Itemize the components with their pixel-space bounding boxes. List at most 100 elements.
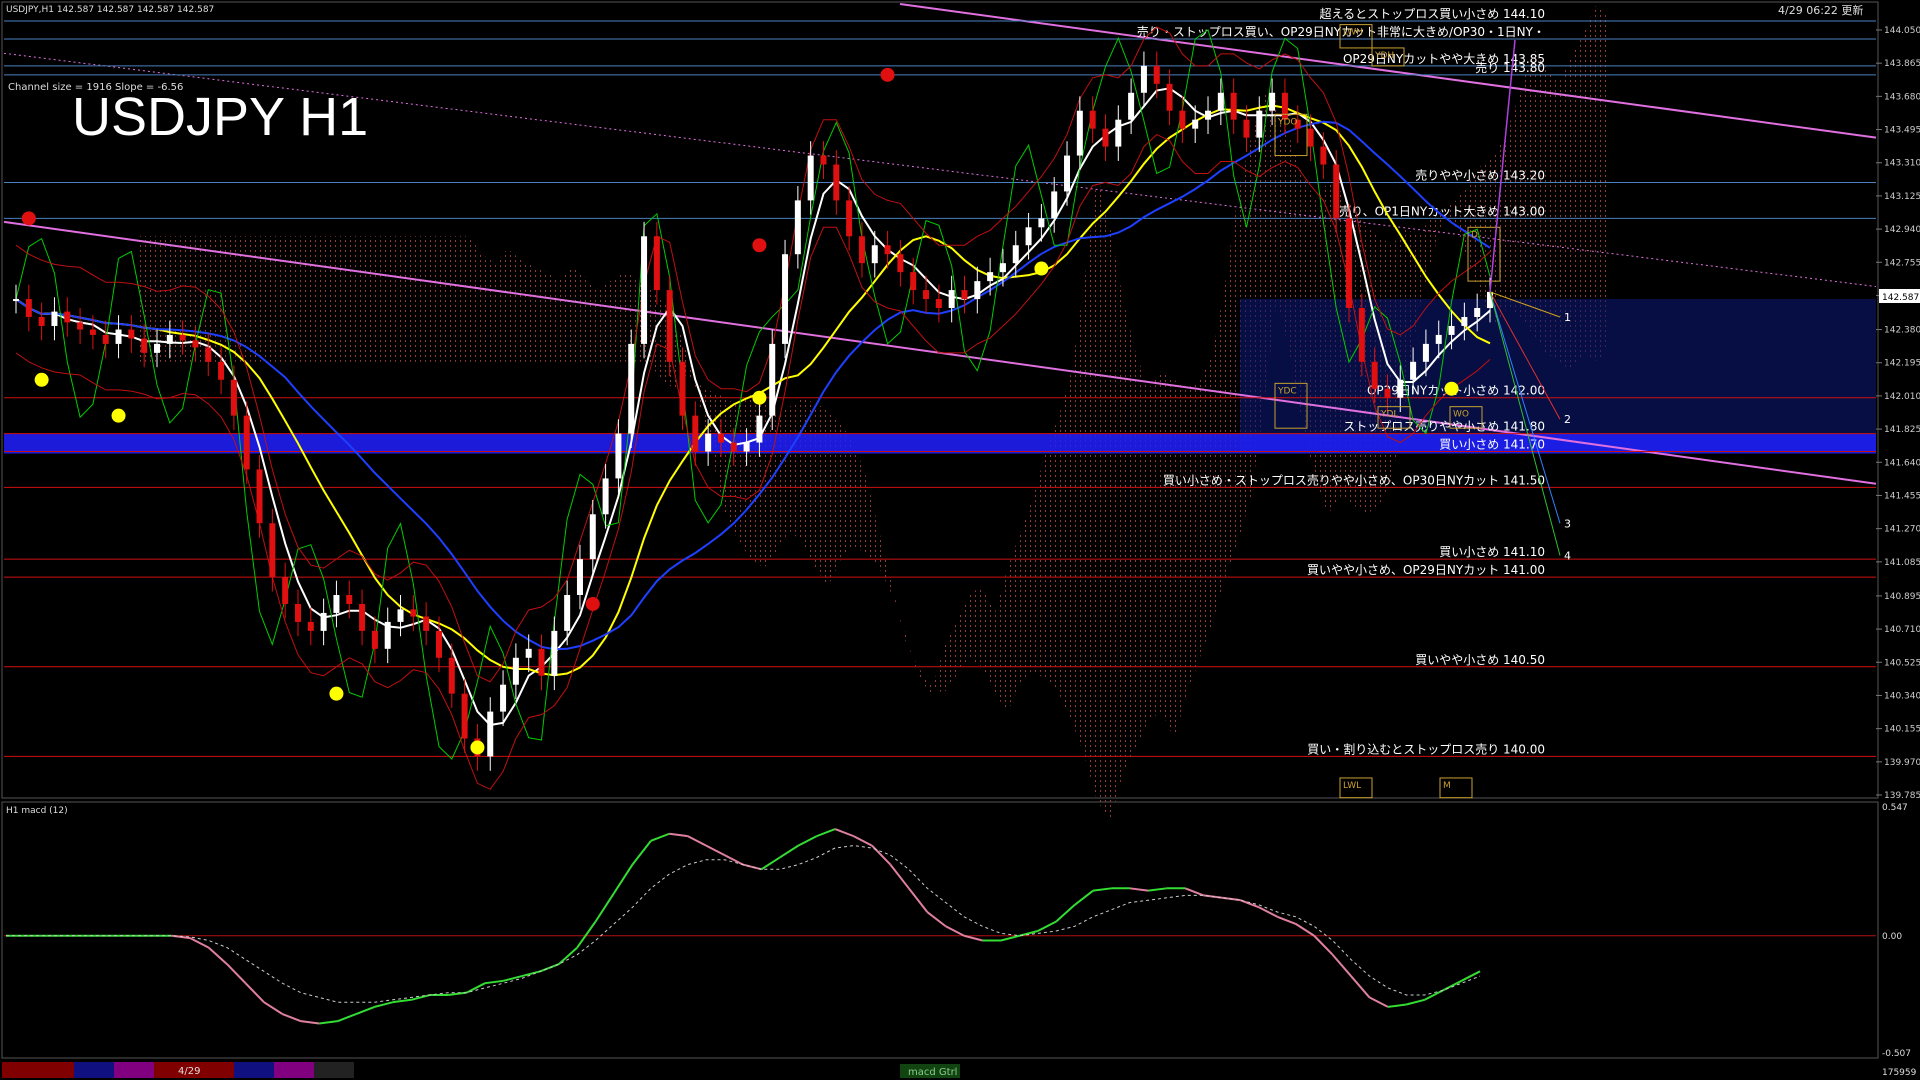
up-signal-marker bbox=[752, 390, 767, 405]
candle-body bbox=[1025, 227, 1032, 246]
candle-body bbox=[1333, 164, 1340, 219]
candle-body bbox=[51, 311, 58, 326]
level-label: 売り 143.80 bbox=[1475, 60, 1545, 75]
down-signal-marker bbox=[752, 238, 767, 253]
price-tick-label: 142.380 bbox=[1884, 326, 1920, 336]
candle-body bbox=[243, 415, 250, 470]
candle-body bbox=[615, 433, 622, 479]
candle-body bbox=[897, 254, 904, 273]
candle-body bbox=[1076, 110, 1083, 156]
candle-body bbox=[218, 361, 225, 380]
candle-body bbox=[1281, 92, 1288, 120]
price-tick-label: 143.125 bbox=[1884, 192, 1920, 202]
down-signal-marker bbox=[585, 596, 600, 611]
candle-body bbox=[679, 361, 686, 416]
symbol-info: USDJPY,H1 142.587 142.587 142.587 142.58… bbox=[6, 5, 214, 15]
projection-label: 1 bbox=[1564, 311, 1571, 324]
candle-body bbox=[320, 612, 327, 631]
candle-body bbox=[256, 469, 263, 524]
candle-body bbox=[858, 236, 865, 264]
candle-body bbox=[1384, 388, 1391, 398]
up-signal-marker bbox=[329, 686, 344, 701]
candle-body bbox=[1064, 155, 1071, 192]
level-label: 買い小さめ 141.10 bbox=[1439, 545, 1545, 559]
candle-body bbox=[1192, 119, 1199, 129]
candle-body bbox=[551, 630, 558, 676]
current-price-label: 142.587 bbox=[1882, 293, 1919, 303]
candle-body bbox=[307, 621, 314, 631]
level-label: 買い・割り込むとストップロス売り 140.00 bbox=[1307, 741, 1545, 756]
candle-body bbox=[384, 621, 391, 649]
macd-zero-label: 0.00 bbox=[1882, 932, 1902, 942]
candle-body bbox=[282, 577, 289, 604]
candle-body bbox=[448, 657, 455, 694]
candle-body bbox=[89, 329, 96, 335]
bottom-tab-label[interactable]: macd Gtrl bbox=[908, 1067, 957, 1078]
candle-body bbox=[1474, 308, 1481, 317]
price-tick-label: 143.865 bbox=[1884, 59, 1920, 69]
candle-body bbox=[974, 281, 981, 300]
candle-body bbox=[410, 609, 417, 617]
candle-body bbox=[1269, 92, 1276, 111]
level-label: 買いやや小さめ、OP29日NYカット 141.00 bbox=[1307, 563, 1545, 577]
price-tick-label: 143.680 bbox=[1884, 92, 1920, 102]
candle-body bbox=[38, 316, 45, 326]
bottom-right-label: 175959 bbox=[1882, 1068, 1917, 1078]
candle-body bbox=[653, 236, 660, 291]
ref-box-label: D bbox=[1471, 230, 1478, 240]
candle-body bbox=[294, 603, 301, 622]
candle-body bbox=[1256, 110, 1263, 138]
candle-body bbox=[564, 595, 571, 631]
candle-body bbox=[487, 711, 494, 757]
candle-body bbox=[397, 609, 404, 622]
candle-body bbox=[166, 334, 173, 344]
candle-body bbox=[1051, 191, 1058, 219]
price-tick-label: 141.270 bbox=[1884, 525, 1920, 535]
candle-body bbox=[807, 155, 814, 201]
candle-body bbox=[1410, 361, 1417, 380]
candle-body bbox=[1320, 146, 1327, 165]
candle-body bbox=[538, 648, 545, 676]
candle-body bbox=[25, 299, 32, 317]
projection-label: 3 bbox=[1564, 517, 1571, 530]
candle-body bbox=[1115, 119, 1122, 147]
candle-body bbox=[1435, 334, 1442, 344]
candle-body bbox=[346, 595, 353, 604]
price-tick-label: 143.495 bbox=[1884, 126, 1920, 136]
ref-box-label: YDO bbox=[1277, 117, 1298, 127]
candle-body bbox=[1166, 83, 1173, 111]
price-tick-label: 140.525 bbox=[1884, 658, 1920, 668]
candle-body bbox=[782, 254, 789, 344]
price-tick-label: 142.940 bbox=[1884, 225, 1920, 235]
ref-box-label: LWL bbox=[1343, 781, 1361, 791]
candle-body bbox=[102, 334, 109, 344]
candle-body bbox=[141, 338, 148, 353]
price-tick-label: 144.050 bbox=[1884, 26, 1920, 36]
candle-body bbox=[1243, 119, 1250, 138]
level-label: ストップロス売りやや小さめ 141.80 bbox=[1343, 419, 1545, 434]
down-signal-marker bbox=[880, 67, 895, 82]
candle-body bbox=[77, 322, 84, 330]
candle-body bbox=[1346, 218, 1353, 309]
candle-body bbox=[1217, 92, 1224, 111]
up-signal-marker bbox=[1444, 381, 1459, 396]
price-tick-label: 141.825 bbox=[1884, 425, 1920, 435]
candle-body bbox=[743, 442, 750, 452]
price-tick-label: 140.895 bbox=[1884, 592, 1920, 602]
candle-body bbox=[153, 343, 160, 353]
chart-window: 144.050 143.865 143.680 143.495 143.310 143.1… bbox=[0, 0, 1920, 1080]
price-tick-label: 141.455 bbox=[1884, 491, 1920, 501]
candle-body bbox=[769, 343, 776, 416]
candle-body bbox=[423, 616, 430, 631]
candle-body bbox=[512, 657, 519, 685]
candle-body bbox=[576, 559, 583, 596]
candle-body bbox=[1102, 128, 1109, 147]
candle-body bbox=[1153, 65, 1160, 84]
chart-title: USDJPY H1 bbox=[72, 87, 368, 147]
up-signal-marker bbox=[34, 372, 49, 387]
candle-body bbox=[1140, 65, 1147, 93]
candle-body bbox=[987, 272, 994, 282]
candle-body bbox=[179, 334, 186, 341]
candle-body bbox=[1230, 92, 1237, 120]
candle-body bbox=[935, 299, 942, 309]
